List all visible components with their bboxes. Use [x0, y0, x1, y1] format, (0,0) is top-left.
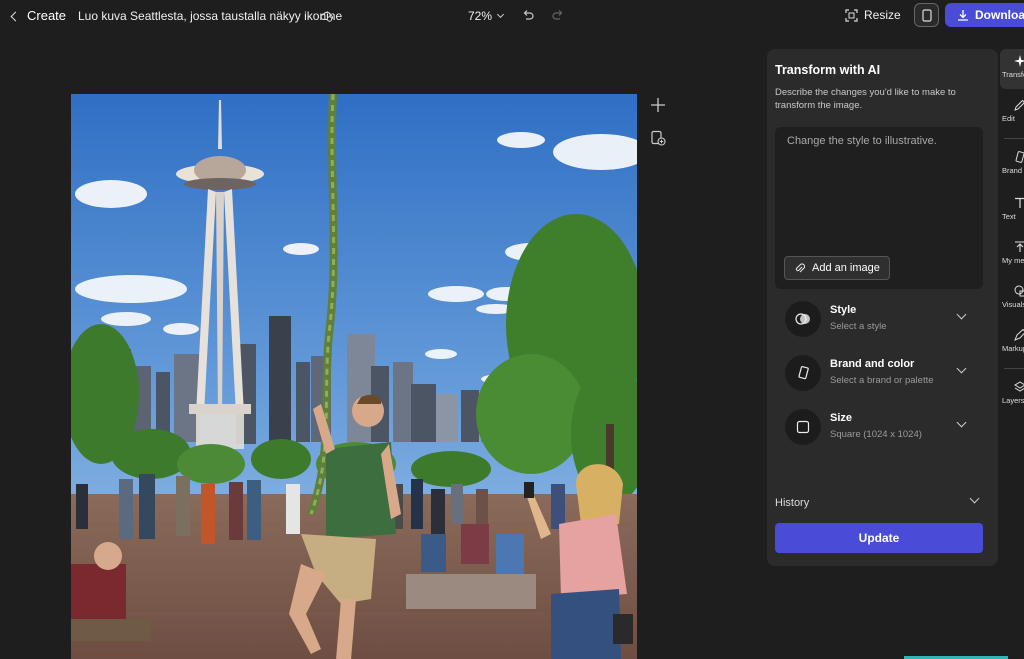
cloud-sync-icon — [320, 11, 334, 22]
rail-label: Markup — [1002, 344, 1024, 353]
style-subtitle: Select a style — [830, 321, 887, 332]
download-icon — [958, 10, 968, 21]
paperclip-icon — [795, 263, 805, 273]
panel-title: Transform with AI — [775, 63, 881, 77]
back-button[interactable]: Create — [10, 8, 67, 23]
chevron-down-icon — [969, 493, 980, 504]
rail-item-visuals[interactable]: Visuals — [1000, 279, 1024, 319]
layers-icon — [1014, 381, 1024, 392]
seattle-photo — [71, 94, 637, 659]
rail-label: Transform — [1002, 70, 1024, 79]
rail-item-text[interactable]: Text — [1000, 191, 1024, 231]
download-label: Download — [975, 8, 1024, 22]
resize-button[interactable]: Resize — [845, 8, 901, 22]
rail-label: Edit — [1002, 114, 1015, 123]
upload-icon — [1015, 241, 1024, 252]
add-image-label: Add an image — [812, 262, 880, 274]
rail-divider — [1004, 138, 1024, 139]
brand-icon — [1015, 151, 1024, 163]
size-title: Size — [830, 412, 853, 424]
brand-title: Brand and color — [830, 358, 915, 370]
rail-item-my-media[interactable]: My media — [1000, 235, 1024, 275]
rail-item-transform[interactable]: Transform — [1000, 49, 1024, 89]
chevron-down-icon — [956, 417, 967, 428]
history-toggle[interactable]: History — [775, 493, 985, 511]
back-label: Create — [27, 8, 67, 23]
style-title: Style — [830, 304, 857, 316]
canvas-image[interactable] — [71, 94, 637, 659]
rail-label: Text — [1002, 212, 1016, 221]
rail-item-layers[interactable]: Layers — [1000, 375, 1024, 415]
size-option[interactable]: Size Square (1024 x 1024) — [775, 405, 985, 449]
rail-item-markup[interactable]: Markup — [1000, 323, 1024, 363]
resize-icon — [845, 8, 858, 22]
sparkle-icon — [1014, 55, 1024, 67]
duplicate-page-icon[interactable] — [650, 130, 666, 146]
brand-subtitle: Select a brand or palette — [830, 375, 934, 386]
top-bar: Create Luo kuva Seattlesta, jossa tausta… — [0, 0, 1024, 32]
add-icon[interactable] — [650, 97, 666, 113]
brand-icon — [785, 355, 821, 391]
add-image-button[interactable]: Add an image — [784, 256, 890, 280]
prompt-input[interactable] — [787, 135, 977, 147]
transform-panel: Transform with AI Describe the changes y… — [767, 49, 998, 566]
chevron-down-icon — [496, 10, 505, 19]
redo-icon[interactable] — [551, 8, 565, 22]
shapes-icon — [1014, 285, 1024, 297]
chevron-left-icon — [10, 11, 21, 21]
phone-icon — [921, 8, 932, 22]
rail-item-brand[interactable]: Brand — [1000, 145, 1024, 185]
panel-description: Describe the changes you'd like to make … — [775, 87, 956, 111]
chevron-down-icon — [956, 363, 967, 374]
brand-color-option[interactable]: Brand and color Select a brand or palett… — [775, 351, 985, 395]
chevron-down-icon — [956, 309, 967, 320]
history-label: History — [775, 497, 810, 509]
square-icon — [785, 409, 821, 445]
prompt-box: Add an image — [775, 127, 983, 289]
pen-icon — [1014, 329, 1024, 341]
rail-divider — [1004, 368, 1024, 369]
zoom-dropdown[interactable]: 72% — [468, 9, 505, 23]
update-button[interactable]: Update — [775, 523, 983, 553]
rail-item-edit[interactable]: Edit — [1000, 93, 1024, 133]
pencil-icon — [1014, 99, 1024, 111]
rail-label: My media — [1002, 256, 1024, 265]
rail-label: Layers — [1002, 396, 1024, 405]
undo-icon[interactable] — [521, 8, 535, 22]
text-icon — [1015, 197, 1024, 208]
size-subtitle: Square (1024 x 1024) — [830, 429, 922, 440]
mobile-preview-button[interactable] — [914, 3, 939, 27]
tool-rail: Transform Edit Brand Text My media Visua… — [1000, 49, 1024, 419]
download-button[interactable]: Download — [945, 3, 1024, 27]
rail-label: Visuals — [1002, 300, 1024, 309]
zoom-value: 72% — [468, 9, 493, 23]
rail-label: Brand — [1002, 166, 1023, 175]
document-title[interactable]: Luo kuva Seattlesta, jossa taustalla näk… — [78, 9, 342, 23]
style-circles-icon — [785, 301, 821, 337]
style-option[interactable]: Style Select a style — [775, 297, 985, 341]
resize-label: Resize — [864, 8, 901, 22]
